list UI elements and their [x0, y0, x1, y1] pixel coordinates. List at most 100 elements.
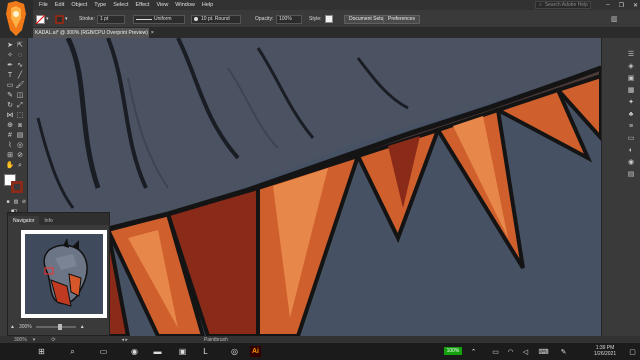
store-icon[interactable]: ▣: [177, 346, 188, 357]
preferences-button[interactable]: Preferences: [383, 14, 420, 24]
minimize-icon[interactable]: –: [606, 2, 609, 8]
menu-select[interactable]: Select: [113, 2, 128, 8]
xbox-icon[interactable]: ◎: [229, 346, 240, 357]
menu-type[interactable]: Type: [94, 2, 106, 8]
menu-window[interactable]: Window: [175, 2, 195, 8]
search-taskbar-icon[interactable]: ⌕: [67, 346, 78, 357]
eraser-tool-icon[interactable]: ◫: [15, 91, 25, 99]
perspective-tool-icon[interactable]: ⧈: [15, 121, 25, 129]
lasso-tool-icon[interactable]: ◌: [15, 51, 25, 59]
properties-icon[interactable]: ☰: [626, 50, 636, 58]
menu-file[interactable]: File: [39, 2, 48, 8]
pen-tool-icon[interactable]: ✒: [5, 61, 15, 69]
maximize-icon[interactable]: ❐: [619, 2, 624, 9]
line-tool-icon[interactable]: ╱: [15, 71, 25, 79]
zoom-slider-thumb[interactable]: [57, 324, 62, 330]
lightroom-icon[interactable]: L: [200, 346, 211, 357]
navigator-zoom-value[interactable]: 300%: [19, 324, 32, 330]
shape-builder-tool-icon[interactable]: ⊕: [5, 121, 15, 129]
hand-tool-icon[interactable]: ✋: [5, 161, 15, 169]
paintbrush-tool-icon[interactable]: 🖌: [15, 81, 25, 89]
rectangle-tool-icon[interactable]: ▭: [5, 81, 15, 89]
zoom-out-icon[interactable]: ▲: [10, 324, 15, 330]
clock-date: 1/26/2021: [593, 351, 617, 357]
volume-icon[interactable]: ◁: [520, 346, 531, 357]
direct-selection-tool-icon[interactable]: ⇱: [15, 41, 25, 49]
start-icon[interactable]: ⊞: [36, 346, 47, 357]
close-icon[interactable]: ✕: [633, 2, 638, 9]
zoom-in-icon[interactable]: ▲: [80, 324, 85, 330]
keyboard-icon[interactable]: ⌨: [538, 346, 549, 357]
rotate-tool-icon[interactable]: ↻: [5, 101, 15, 109]
menu-object[interactable]: Object: [71, 2, 87, 8]
opacity-field[interactable]: 100%: [276, 14, 302, 24]
graphic-styles-icon[interactable]: ▤: [626, 170, 636, 178]
style-swatch[interactable]: [325, 14, 333, 24]
rotate-view-icon[interactable]: ⟳: [51, 337, 55, 343]
free-transform-tool-icon[interactable]: ⬚: [15, 111, 25, 119]
navigator-thumbnail[interactable]: [21, 230, 107, 318]
menu-help[interactable]: Help: [202, 2, 213, 8]
stroke-swatch-large[interactable]: [11, 181, 23, 193]
edge-icon[interactable]: ◉: [129, 346, 140, 357]
artboard-canvas[interactable]: [28, 38, 601, 336]
none-slash-icon: [36, 14, 45, 24]
chevron-down-icon[interactable]: ▾: [46, 16, 49, 22]
gradient-tool-icon[interactable]: ▤: [15, 131, 25, 139]
fill-swatch[interactable]: [36, 14, 45, 24]
layers-icon[interactable]: ◈: [626, 62, 636, 70]
chevron-down-icon[interactable]: ▾: [65, 16, 68, 22]
arrange-icon[interactable]: ▥: [611, 14, 618, 24]
tab-navigator[interactable]: Navigator: [8, 216, 40, 225]
symbols-icon[interactable]: ♣: [626, 110, 636, 118]
system-clock[interactable]: 1:39 PM 1/26/2021: [585, 345, 625, 357]
gradient-panel-icon[interactable]: ▭: [626, 134, 636, 142]
menu-edit[interactable]: Edit: [55, 2, 64, 8]
curvature-tool-icon[interactable]: ∿: [15, 61, 25, 69]
slice-tool-icon[interactable]: ⊘: [15, 151, 25, 159]
document-tab[interactable]: KADAL.ai* @ 300% (RGB/CPU Overprint Prev…: [33, 28, 154, 38]
chevron-down-icon[interactable]: ▾: [33, 337, 36, 343]
eyedropper-tool-icon[interactable]: ⌇: [5, 141, 15, 149]
magic-wand-tool-icon[interactable]: ✧: [5, 51, 15, 59]
battery-icon[interactable]: ▭: [490, 346, 501, 357]
brushes-icon[interactable]: ✦: [626, 98, 636, 106]
artboard-nav-icon[interactable]: ◂ ▸: [122, 337, 128, 343]
status-zoom[interactable]: 300%: [14, 337, 27, 343]
brush-dropdown[interactable]: 10 pt. Round: [191, 14, 241, 24]
blend-tool-icon[interactable]: ◎: [15, 141, 25, 149]
document-tab-title: KADAL.ai* @ 300% (RGB/CPU Overprint Prev…: [35, 30, 148, 36]
tray-chevron-icon[interactable]: ⌃: [468, 346, 479, 357]
artboard-tool-icon[interactable]: ⊞: [5, 151, 15, 159]
mesh-tool-icon[interactable]: #: [5, 131, 15, 139]
battery-indicator[interactable]: 100%: [444, 347, 462, 355]
selection-tool-icon[interactable]: ➤: [5, 41, 15, 49]
notifications-icon[interactable]: ▢: [627, 346, 638, 357]
menu-view[interactable]: View: [156, 2, 168, 8]
menu-effect[interactable]: Effect: [136, 2, 150, 8]
stroke-profile-dropdown[interactable]: Uniform: [133, 14, 185, 24]
scale-tool-icon[interactable]: ⤢: [15, 101, 25, 109]
appearance-icon[interactable]: ◉: [626, 158, 636, 166]
illustrator-taskbar-icon[interactable]: Ai: [250, 346, 261, 357]
swatches-icon[interactable]: ▦: [626, 86, 636, 94]
zoom-tool-icon[interactable]: ⌕: [15, 161, 25, 169]
stroke-panel-icon[interactable]: ≡: [626, 122, 636, 130]
wifi-icon[interactable]: ◠: [505, 346, 516, 357]
libraries-icon[interactable]: ▣: [626, 74, 636, 82]
close-tab-icon[interactable]: ×: [151, 30, 154, 36]
zoom-slider[interactable]: [35, 324, 76, 330]
search-input[interactable]: ⌕ Search Adobe Help: [535, 1, 591, 9]
fill-stroke-widget[interactable]: [4, 174, 24, 194]
pen-workspace-icon[interactable]: ✎: [558, 346, 569, 357]
stroke-weight-field[interactable]: 1 pt: [97, 14, 125, 24]
document-tabs: KADAL.ai* @ 300% (RGB/CPU Overprint Prev…: [33, 28, 640, 38]
stroke-swatch[interactable]: [55, 14, 64, 24]
transparency-icon[interactable]: ◐: [626, 146, 636, 154]
task-view-icon[interactable]: ▭: [98, 346, 109, 357]
file-explorer-icon[interactable]: ▬: [152, 346, 163, 357]
type-tool-icon[interactable]: T: [5, 71, 15, 79]
shaper-tool-icon[interactable]: ✎: [5, 91, 15, 99]
width-tool-icon[interactable]: ⋈: [5, 111, 15, 119]
tab-info[interactable]: Info: [39, 216, 57, 225]
